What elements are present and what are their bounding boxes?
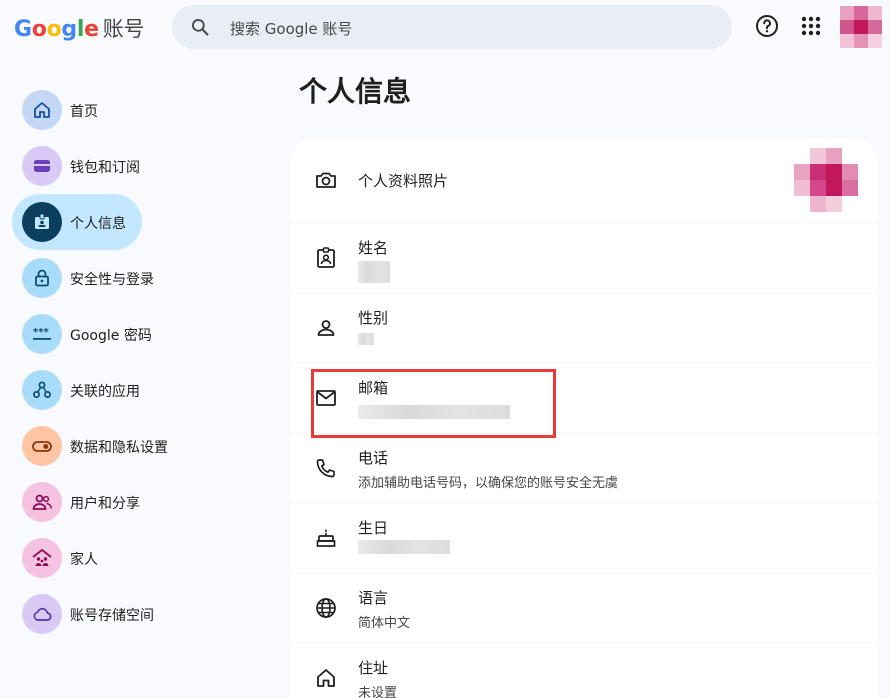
row-title: 个人资料照片	[358, 172, 449, 190]
cake-icon	[316, 529, 336, 547]
apps-grid-icon[interactable]	[800, 15, 822, 37]
redacted-value	[358, 540, 450, 554]
email-highlight-box	[311, 369, 556, 438]
password-icon: ***	[22, 314, 62, 354]
account-avatar[interactable]	[840, 6, 882, 48]
row-title: 住址	[358, 659, 389, 677]
row-title: 性别	[358, 309, 389, 327]
people-icon	[22, 482, 62, 522]
address-row[interactable]: 住址 未设置	[290, 644, 878, 698]
sidebar-item-google-password[interactable]: *** Google 密码	[12, 306, 272, 362]
badge-icon	[22, 202, 62, 242]
top-bar: Google 账号 搜索 Google 账号	[0, 0, 890, 56]
google-account-logo[interactable]: Google 账号	[14, 13, 144, 43]
birthday-row[interactable]: 生日	[290, 504, 878, 572]
globe-icon	[316, 598, 336, 618]
family-icon	[22, 538, 62, 578]
sidebar-item-wallet[interactable]: 钱包和订阅	[12, 138, 272, 194]
logo-suffix: 账号	[102, 17, 145, 41]
sidebar-item-label: 用户和分享	[70, 496, 140, 512]
sidebar-item-label: 个人信息	[70, 216, 126, 232]
sidebar-item-label: 首页	[70, 104, 98, 120]
sidebar-item-security[interactable]: 安全性与登录	[12, 250, 272, 306]
lock-icon	[22, 258, 62, 298]
search-bar[interactable]: 搜索 Google 账号	[172, 5, 732, 49]
logo-word: Google	[14, 17, 99, 42]
svg-text:***: ***	[33, 327, 49, 338]
sidebar-item-family[interactable]: 家人	[12, 530, 272, 586]
sidebar-item-data-privacy[interactable]: 数据和隐私设置	[12, 418, 272, 474]
profile-photo[interactable]	[794, 148, 858, 212]
row-title: 语言	[358, 589, 389, 607]
connected-apps-icon	[22, 370, 62, 410]
sidebar-item-label: 数据和隐私设置	[70, 440, 168, 456]
person-icon	[317, 320, 335, 336]
row-subtitle: 添加辅助电话号码，以确保您的账号安全无虞	[358, 476, 619, 491]
profile-photo-row[interactable]: 个人资料照片	[290, 138, 878, 222]
row-title: 生日	[358, 519, 389, 537]
sidebar-item-people-sharing[interactable]: 用户和分享	[12, 474, 272, 530]
help-icon[interactable]	[755, 14, 779, 38]
sidebar-item-storage[interactable]: 账号存储空间	[12, 586, 272, 642]
sidebar-item-label: 钱包和订阅	[70, 160, 140, 176]
page-title: 个人信息	[299, 75, 412, 108]
home-icon	[317, 669, 335, 687]
sidebar-item-label: 家人	[70, 552, 98, 568]
sidebar-item-home[interactable]: 首页	[12, 82, 272, 138]
cloud-icon	[22, 594, 62, 634]
sidebar-nav: 首页 钱包和订阅 个人信息 安全性与登录 *** Google 密码 关联的应用	[12, 82, 282, 642]
language-row[interactable]: 语言 简体中文	[290, 574, 878, 642]
gender-row[interactable]: 性别	[290, 294, 878, 362]
sidebar-item-label: 关联的应用	[70, 384, 140, 400]
toggle-icon	[22, 426, 62, 466]
row-subtitle: 未设置	[358, 686, 398, 698]
name-row[interactable]: 姓名	[290, 224, 878, 292]
sidebar-item-label: 账号存储空间	[70, 608, 154, 624]
sidebar-item-personal-info[interactable]: 个人信息	[12, 194, 142, 250]
sidebar-item-label: 安全性与登录	[70, 272, 154, 288]
redacted-value	[358, 333, 374, 345]
redacted-value	[358, 261, 390, 283]
camera-icon	[316, 172, 336, 188]
search-icon[interactable]	[190, 17, 210, 37]
home-icon	[22, 90, 62, 130]
contact-card-icon	[317, 247, 335, 268]
sidebar-item-connected-apps[interactable]: 关联的应用	[12, 362, 272, 418]
phone-icon	[316, 459, 335, 478]
sidebar-item-label: Google 密码	[70, 328, 152, 344]
wallet-icon	[22, 146, 62, 186]
search-placeholder[interactable]: 搜索 Google 账号	[230, 18, 352, 39]
row-title: 电话	[358, 449, 389, 467]
row-title: 姓名	[358, 239, 389, 257]
row-subtitle: 简体中文	[358, 616, 411, 631]
phone-row[interactable]: 电话 添加辅助电话号码，以确保您的账号安全无虞	[290, 434, 878, 502]
